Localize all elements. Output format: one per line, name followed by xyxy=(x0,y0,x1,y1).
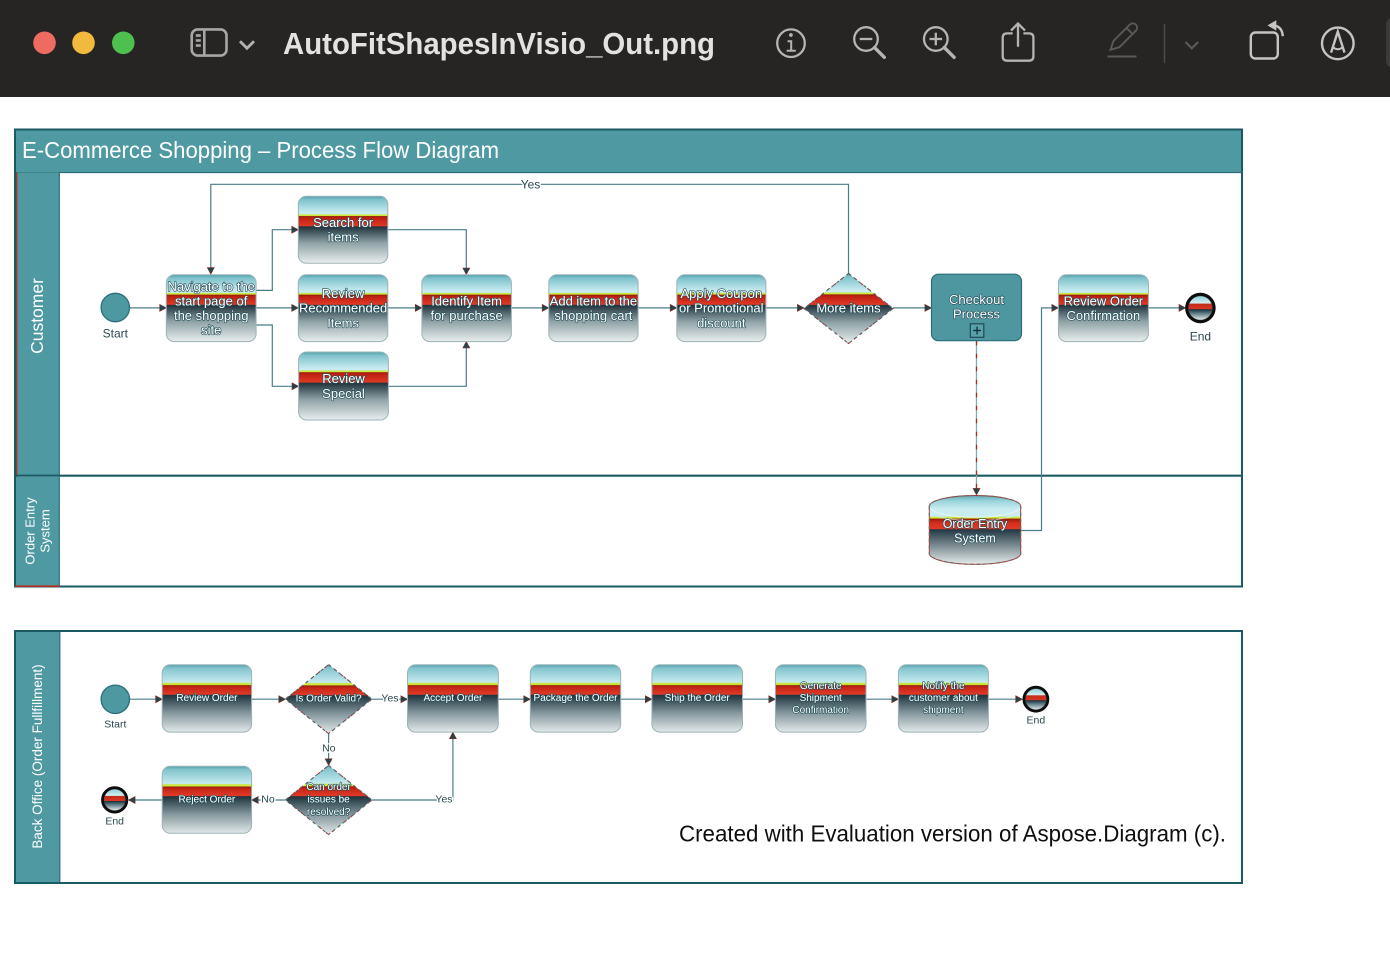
svg-text:customer about: customer about xyxy=(909,693,978,704)
svg-text:Back Office (Order Fullfillmen: Back Office (Order Fullfillment) xyxy=(30,664,45,848)
svg-text:Customer: Customer xyxy=(27,278,47,354)
svg-text:Process: Process xyxy=(953,307,1000,322)
svg-text:Confirmation: Confirmation xyxy=(792,705,849,716)
svg-text:shipment: shipment xyxy=(923,705,964,716)
svg-text:AutoFitShapesInVisio_Out.png: AutoFitShapesInVisio_Out.png xyxy=(283,27,715,61)
svg-text:Special: Special xyxy=(322,386,365,401)
svg-text:the shopping: the shopping xyxy=(174,308,248,323)
svg-text:Search for: Search for xyxy=(313,215,374,230)
svg-text:or Promotional: or Promotional xyxy=(679,301,764,316)
svg-text:Identify Item: Identify Item xyxy=(431,293,502,308)
svg-text:resolved?: resolved? xyxy=(307,807,351,818)
svg-text:Review: Review xyxy=(322,371,365,386)
svg-text:Checkout: Checkout xyxy=(949,292,1004,307)
svg-text:No: No xyxy=(322,743,336,755)
svg-text:Start: Start xyxy=(104,719,126,731)
svg-text:Add item to the: Add item to the xyxy=(550,293,637,308)
svg-text:Accept Order: Accept Order xyxy=(423,693,483,704)
svg-text:E-Commerce Shopping – Process: E-Commerce Shopping – Process Flow Diagr… xyxy=(22,137,499,163)
svg-text:for purchase: for purchase xyxy=(430,308,502,323)
svg-text:start page of: start page of xyxy=(175,293,248,308)
svg-text:Shipment: Shipment xyxy=(800,693,842,704)
svg-text:Review: Review xyxy=(322,286,365,301)
svg-text:Is Order Valid?: Is Order Valid? xyxy=(296,694,362,705)
svg-text:Package the Order: Package the Order xyxy=(534,693,619,704)
svg-text:End: End xyxy=(1190,330,1211,344)
svg-text:Yes: Yes xyxy=(435,794,452,806)
svg-text:No: No xyxy=(261,794,275,806)
svg-text:End: End xyxy=(1027,715,1046,727)
svg-text:Start: Start xyxy=(103,327,129,341)
svg-text:Apply Coupon: Apply Coupon xyxy=(680,286,762,301)
svg-text:Ship the Order: Ship the Order xyxy=(665,693,731,704)
svg-text:items: items xyxy=(328,230,360,245)
svg-text:Reject Order: Reject Order xyxy=(179,794,236,805)
svg-text:shopping cart: shopping cart xyxy=(554,308,632,323)
svg-text:Recommended: Recommended xyxy=(299,301,387,316)
svg-text:site: site xyxy=(201,323,221,338)
svg-text:Notify the: Notify the xyxy=(922,681,965,692)
svg-text:Order Entry: Order Entry xyxy=(23,497,38,565)
svg-text:Items: Items xyxy=(327,315,359,330)
svg-text:More items: More items xyxy=(816,301,881,316)
svg-text:Created with Evaluation versio: Created with Evaluation version of Aspos… xyxy=(679,821,1226,847)
svg-text:Order Entry: Order Entry xyxy=(943,517,1008,531)
svg-text:Generate: Generate xyxy=(800,681,842,692)
svg-text:discount: discount xyxy=(697,315,746,330)
svg-text:System: System xyxy=(954,532,996,546)
svg-text:Confirmation: Confirmation xyxy=(1067,308,1141,323)
svg-text:Review Order: Review Order xyxy=(1064,293,1144,308)
svg-text:Review Order: Review Order xyxy=(176,693,238,704)
svg-text:End: End xyxy=(105,816,124,828)
svg-text:Can order: Can order xyxy=(306,782,351,793)
svg-text:Yes: Yes xyxy=(521,177,541,191)
svg-text:issues be: issues be xyxy=(307,795,350,806)
svg-text:Navigate to the: Navigate to the xyxy=(167,279,254,294)
svg-text:System: System xyxy=(38,509,53,552)
svg-text:Yes: Yes xyxy=(381,693,398,705)
